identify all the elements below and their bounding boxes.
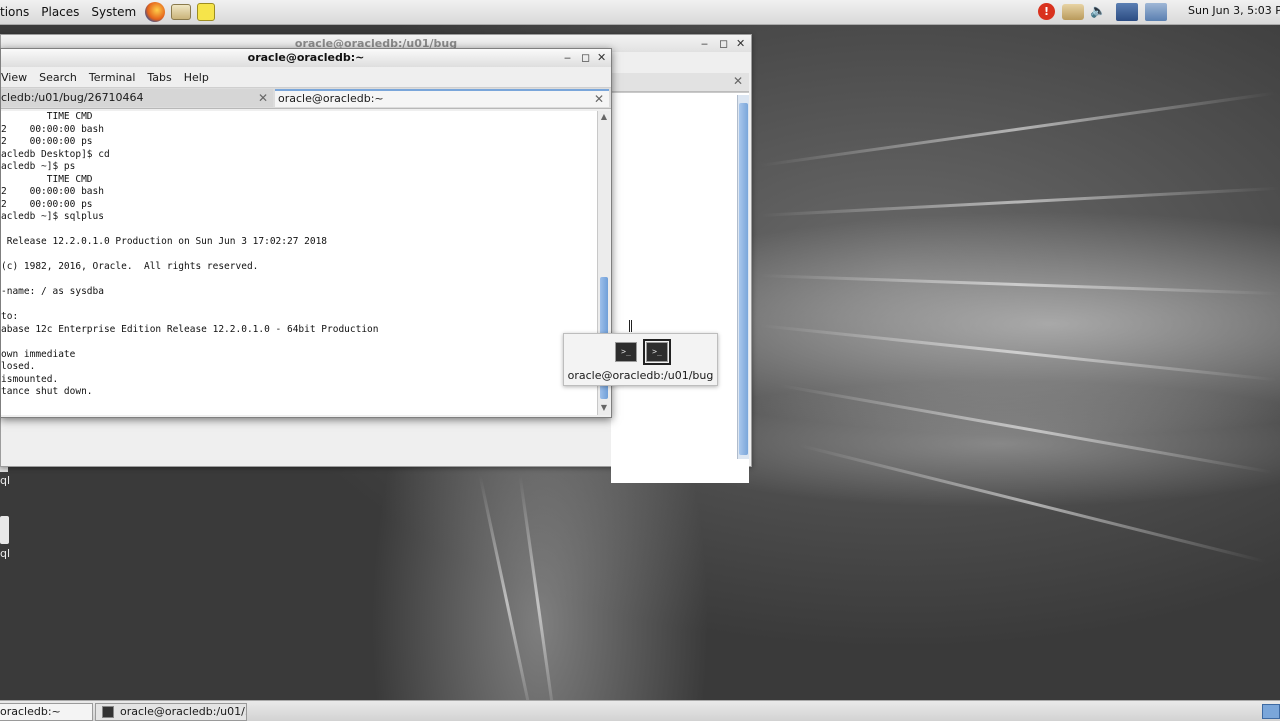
close-button[interactable]: ✕ — [597, 51, 606, 64]
terminal-output[interactable] — [611, 92, 749, 483]
terminal-line: 2 00:00:00 bash — [1, 186, 104, 197]
desktop-icon-label: ql — [0, 474, 11, 487]
volume-icon[interactable]: 🔈 — [1090, 4, 1108, 20]
places-menu[interactable]: Places — [35, 5, 85, 19]
tab-label: oracle@oracledb:~ — [278, 92, 384, 105]
storage-icon[interactable] — [1145, 3, 1167, 21]
close-tab-icon[interactable]: ✕ — [594, 91, 604, 107]
scroll-down-icon[interactable]: ▼ — [599, 403, 609, 413]
system-menu[interactable]: System — [85, 5, 142, 19]
taskbar-item-label: oracle@oracledb:/u01/... — [120, 705, 247, 718]
terminal-line: acledb ~]$ sqlplus — [1, 211, 104, 222]
tab-label: cledb:/u01/bug/26710464 — [1, 91, 144, 104]
terminal-line: acledb ~]$ ps — [1, 161, 76, 172]
menu-terminal[interactable]: Terminal — [89, 71, 136, 84]
scrollbar[interactable] — [737, 95, 749, 459]
terminal-icon[interactable]: >_ — [615, 342, 637, 362]
terminal-icon[interactable]: >_ — [643, 339, 671, 365]
close-tab-icon[interactable]: ✕ — [733, 74, 743, 88]
terminal-line: losed. — [1, 361, 36, 372]
minimize-button[interactable]: ‒ — [701, 37, 708, 50]
taskbar-item-oracledb-home[interactable]: oracledb:~ — [0, 703, 93, 721]
tab-home[interactable]: oracle@oracledb:~ ✕ — [275, 89, 609, 107]
terminal-line: tance shut down. — [1, 386, 93, 397]
tab-bar: cledb:/u01/bug/26710464 ✕ oracle@oracled… — [1, 88, 611, 109]
firefox-icon[interactable] — [145, 2, 166, 22]
terminal-line: 2 00:00:00 ps — [1, 136, 93, 147]
file-icon — [0, 516, 9, 544]
terminal-line: to: — [1, 311, 19, 322]
taskbar-item-label: oracledb:~ — [0, 705, 61, 718]
close-button[interactable]: ✕ — [736, 37, 745, 50]
mail-icon[interactable] — [171, 4, 192, 20]
window-switcher: >_ >_ oracle@oracledb:/u01/bug — [563, 333, 718, 386]
switcher-label: oracle@oracledb:/u01/bug — [567, 369, 714, 382]
menu-bar: View Search Terminal Tabs Help — [1, 67, 611, 88]
menu-view[interactable]: View — [1, 71, 27, 84]
terminal-line: TIME CMD — [1, 111, 93, 122]
terminal-line: -name: / as sysdba — [1, 286, 104, 297]
terminal-line: own immediate — [1, 348, 76, 360]
network-tools-icon[interactable] — [1062, 4, 1084, 20]
terminal-window[interactable]: oracle@oracledb:~ ‒ ◻ ✕ View Search Term… — [0, 48, 612, 418]
window-title: oracle@oracledb:~ — [1, 49, 611, 67]
update-alert-icon[interactable]: ! — [1038, 3, 1055, 20]
bottom-panel: oracledb:~ oracle@oracledb:/u01/... — [0, 700, 1280, 721]
maximize-button[interactable]: ◻ — [719, 37, 728, 50]
terminal-line: 2 00:00:00 ps — [1, 198, 93, 210]
close-tab-icon[interactable]: ✕ — [258, 89, 268, 107]
clock[interactable]: Sun Jun 3, 5:03 P — [1188, 4, 1280, 17]
workspace-switcher[interactable] — [1262, 704, 1280, 719]
terminal-line: Release 12.2.0.1.0 Production on Sun Jun… — [1, 236, 328, 247]
terminal-line: acledb Desktop]$ cd — [1, 148, 110, 160]
desktop-icon-label: ql — [0, 547, 11, 560]
applications-menu[interactable]: tions — [0, 5, 35, 19]
text-cursor-icon — [629, 320, 632, 332]
minimize-button[interactable]: ‒ — [564, 51, 571, 64]
terminal-line: abase 12c Enterprise Edition Release 12.… — [1, 323, 379, 335]
network-icon[interactable] — [1116, 3, 1138, 21]
desktop-icon-2[interactable]: ql — [0, 516, 12, 562]
maximize-button[interactable]: ◻ — [581, 51, 590, 64]
terminal-icon — [102, 706, 114, 718]
scroll-up-icon[interactable]: ▲ — [599, 112, 609, 122]
menu-tabs[interactable]: Tabs — [147, 71, 171, 84]
desktop-icon-1[interactable]: ql — [0, 466, 12, 492]
terminal-output[interactable]: TIME CMD 2 00:00:00 bash 2 00:00:00 ps a… — [1, 111, 597, 415]
terminal-line: ismounted. — [1, 373, 59, 385]
tab-strip: ✕ — [611, 73, 749, 92]
terminal-line: TIME CMD — [1, 173, 93, 185]
taskbar-item-oracledb-u01[interactable]: oracle@oracledb:/u01/... — [95, 703, 247, 721]
terminal-line: (c) 1982, 2016, Oracle. All rights reser… — [1, 261, 259, 272]
top-panel: tions Places System ! 🔈 Sun Jun 3, 5:03 … — [0, 0, 1280, 25]
menu-search[interactable]: Search — [39, 71, 77, 84]
menu-help[interactable]: Help — [184, 71, 209, 84]
note-editor-icon[interactable] — [197, 3, 216, 21]
tab-bug-26710464[interactable]: cledb:/u01/bug/26710464 ✕ — [1, 89, 273, 107]
terminal-line: 2 00:00:00 bash — [1, 123, 104, 135]
scrollbar-thumb[interactable] — [739, 103, 748, 455]
